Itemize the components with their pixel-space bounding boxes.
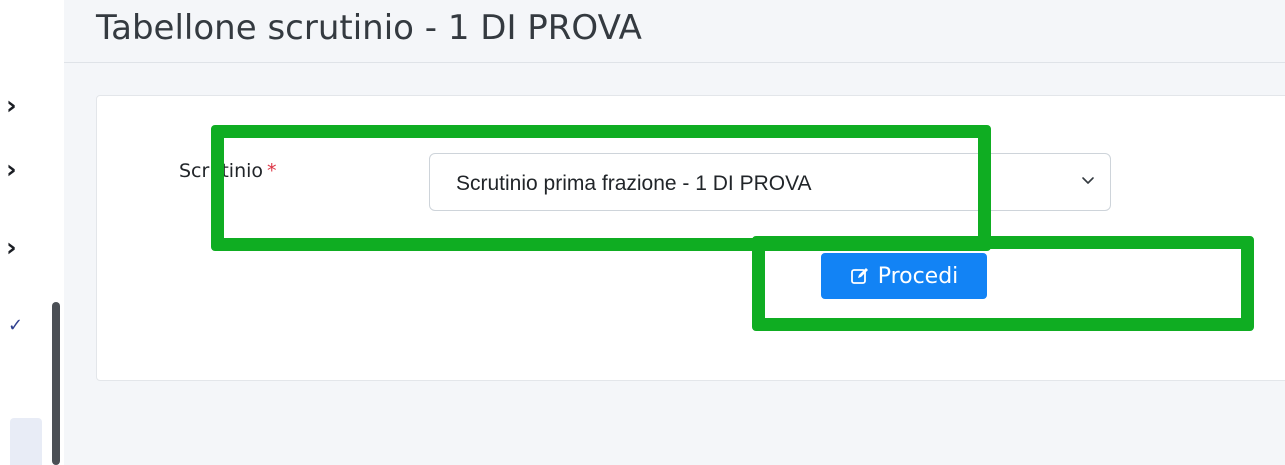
sidebar: › › › ✓: [0, 0, 64, 465]
procedi-button[interactable]: Procedi: [821, 253, 987, 299]
procedi-button-label: Procedi: [877, 263, 959, 289]
scrutinio-label-text: Scrutinio: [179, 160, 264, 182]
required-marker: *: [267, 160, 277, 182]
chevron-down-icon: [1082, 177, 1094, 184]
chevron-right-icon[interactable]: ›: [6, 157, 26, 183]
form-card: Scrutinio * Scrutinio prima frazione - 1 …: [96, 95, 1285, 381]
edit-icon: [850, 268, 868, 284]
chevron-right-icon[interactable]: ›: [6, 93, 26, 119]
sidebar-scrollbar[interactable]: [52, 302, 60, 465]
sidebar-item-active[interactable]: [10, 418, 42, 465]
scrutinio-select[interactable]: Scrutinio prima frazione - 1 DI PROVA: [429, 153, 1111, 211]
check-icon: ✓: [8, 315, 24, 336]
scrutinio-label: Scrutinio *: [179, 160, 277, 182]
chevron-right-icon[interactable]: ›: [6, 235, 26, 261]
scrutinio-select-value: Scrutinio prima frazione - 1 DI PROVA: [456, 172, 812, 195]
page-title: Tabellone scrutinio - 1 DI PROVA: [96, 8, 642, 48]
page-header: Tabellone scrutinio - 1 DI PROVA: [64, 0, 1285, 63]
